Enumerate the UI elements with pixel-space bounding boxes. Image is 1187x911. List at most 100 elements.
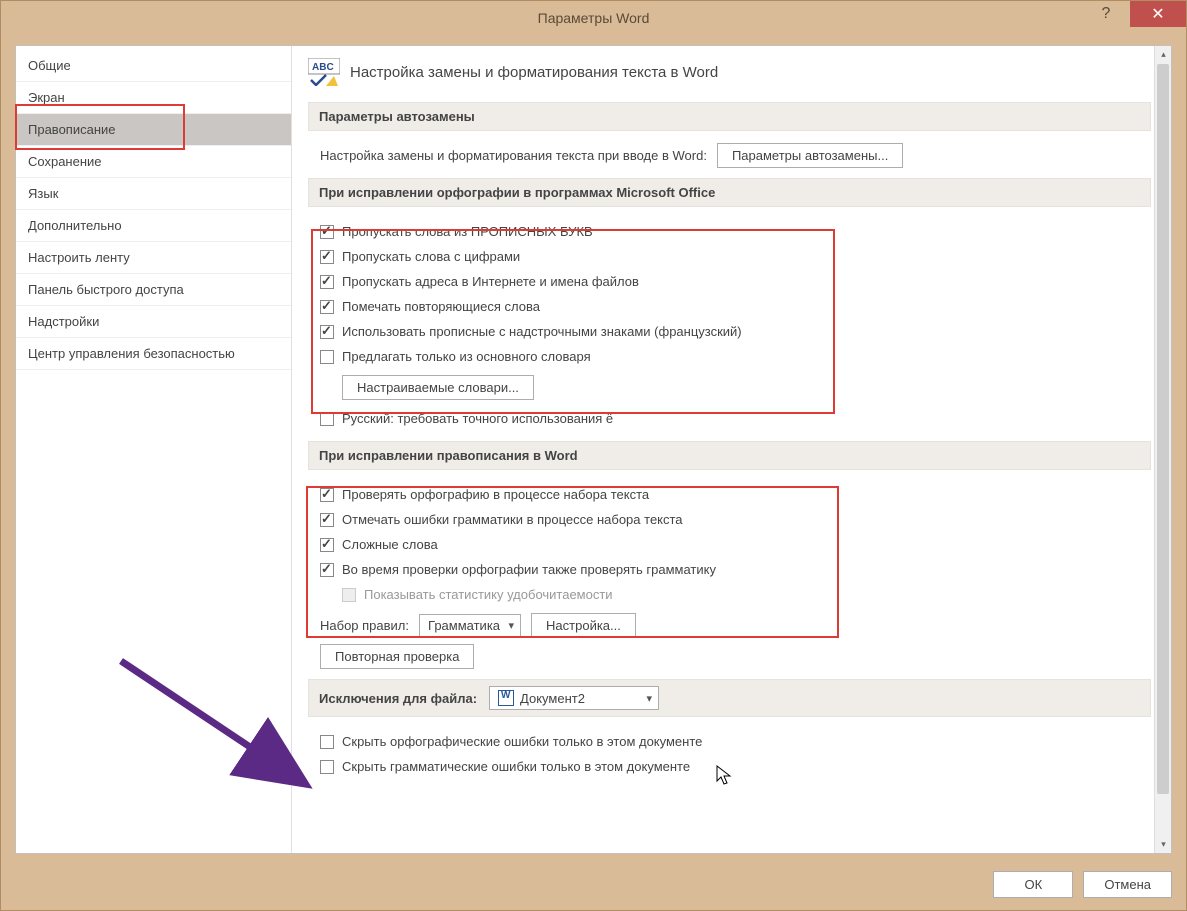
autocorrect-label: Настройка замены и форматирования текста… [320, 148, 707, 163]
checkbox-icon [320, 563, 334, 577]
proofing-icon: ABC [308, 58, 340, 86]
scroll-down-icon[interactable]: ▾ [1155, 836, 1171, 853]
content-pane: ABC Настройка замены и форматирования те… [292, 46, 1171, 853]
group-spelling-word-header: При исправлении правописания в Word [308, 441, 1151, 470]
close-button[interactable]: ✕ [1130, 1, 1186, 27]
check-repeated[interactable]: Помечать повторяющиеся слова [320, 294, 1151, 319]
scrollbar[interactable]: ▴ ▾ [1154, 46, 1171, 853]
exceptions-checks: Скрыть орфографические ошибки только в э… [308, 729, 1151, 779]
sidebar-item-addins[interactable]: Надстройки [16, 306, 291, 338]
sidebar-item-advanced[interactable]: Дополнительно [16, 210, 291, 242]
check-label: Показывать статистику удобочитаемости [364, 587, 613, 602]
checkbox-icon [342, 588, 356, 602]
check-label: Пропускать слова из ПРОПИСНЫХ БУКВ [342, 224, 593, 239]
ok-button[interactable]: ОК [993, 871, 1073, 898]
ruleset-row: Набор правил: Грамматика Настройка... [320, 613, 1151, 638]
exceptions-title: Исключения для файла: [319, 691, 477, 706]
custom-dict-row: Настраиваемые словари... [320, 375, 1151, 400]
sidebar-item-label: Надстройки [28, 314, 99, 329]
window-title: Параметры Word [538, 10, 650, 26]
check-french[interactable]: Использовать прописные с надстрочными зн… [320, 319, 1151, 344]
check-label: Пропускать слова с цифрами [342, 249, 520, 264]
group-spelling-office-header: При исправлении орфографии в программах … [308, 178, 1151, 207]
group-exceptions-header: Исключения для файла: Документ2 [308, 679, 1151, 717]
sidebar-item-trustcenter[interactable]: Центр управления безопасностью [16, 338, 291, 370]
custom-dictionaries-button[interactable]: Настраиваемые словари... [342, 375, 534, 400]
checkbox-icon [320, 538, 334, 552]
cancel-button[interactable]: Отмена [1083, 871, 1172, 898]
checkbox-icon [320, 250, 334, 264]
sidebar-item-label: Язык [28, 186, 58, 201]
checkbox-icon [320, 735, 334, 749]
page-header-text: Настройка замены и форматирования текста… [350, 64, 718, 81]
sidebar-item-proofing[interactable]: Правописание [16, 114, 291, 146]
checkbox-icon [320, 488, 334, 502]
sidebar-item-label: Дополнительно [28, 218, 122, 233]
svg-text:ABC: ABC [312, 62, 334, 73]
sidebar-item-label: Панель быстрого доступа [28, 282, 184, 297]
checkbox-icon [320, 412, 334, 426]
checkbox-icon [320, 275, 334, 289]
check-label: Использовать прописные с надстрочными зн… [342, 324, 742, 339]
scroll-up-icon[interactable]: ▴ [1155, 46, 1171, 63]
sidebar-item-ribbon[interactable]: Настроить ленту [16, 242, 291, 274]
sidebar: Общие Экран Правописание Сохранение Язык… [16, 46, 292, 853]
dialog-footer: ОК Отмена [993, 871, 1172, 898]
check-complex-words[interactable]: Сложные слова [320, 532, 1151, 557]
dialog-body: Общие Экран Правописание Сохранение Язык… [15, 45, 1172, 854]
check-uppercase[interactable]: Пропускать слова из ПРОПИСНЫХ БУКВ [320, 219, 1151, 244]
sidebar-item-label: Центр управления безопасностью [28, 346, 235, 361]
check-russian-yo[interactable]: Русский: требовать точного использования… [320, 406, 1151, 431]
check-spell-as-type[interactable]: Проверять орфографию в процессе набора т… [320, 482, 1151, 507]
check-readability: Показывать статистику удобочитаемости [320, 582, 1151, 607]
check-maindict[interactable]: Предлагать только из основного словаря [320, 344, 1151, 369]
spelling-office-checks: Пропускать слова из ПРОПИСНЫХ БУКВ Пропу… [308, 219, 1151, 431]
group-autocorrect-header: Параметры автозамены [308, 102, 1151, 131]
checkbox-icon [320, 225, 334, 239]
sidebar-item-screen[interactable]: Экран [16, 82, 291, 114]
exceptions-file-select[interactable]: Документ2 [489, 686, 659, 710]
titlebar: Параметры Word ? ✕ [1, 1, 1186, 35]
sidebar-item-save[interactable]: Сохранение [16, 146, 291, 178]
ruleset-select[interactable]: Грамматика [419, 614, 521, 637]
checkbox-icon [320, 513, 334, 527]
check-grammar-with-spell[interactable]: Во время проверки орфографии также прове… [320, 557, 1151, 582]
checkbox-icon [320, 350, 334, 364]
sidebar-item-label: Общие [28, 58, 71, 73]
sidebar-item-label: Экран [28, 90, 65, 105]
word-doc-icon [498, 690, 514, 706]
sidebar-item-language[interactable]: Язык [16, 178, 291, 210]
check-hide-spelling[interactable]: Скрыть орфографические ошибки только в э… [320, 729, 1151, 754]
checkbox-icon [320, 760, 334, 774]
checkbox-icon [320, 300, 334, 314]
check-label: Предлагать только из основного словаря [342, 349, 591, 364]
check-grammar-as-type[interactable]: Отмечать ошибки грамматики в процессе на… [320, 507, 1151, 532]
check-label: Русский: требовать точного использования… [342, 411, 613, 426]
recheck-row: Повторная проверка [320, 644, 1151, 669]
checkbox-icon [320, 325, 334, 339]
scrollbar-thumb[interactable] [1157, 64, 1169, 794]
help-button[interactable]: ? [1082, 1, 1130, 27]
sidebar-item-general[interactable]: Общие [16, 50, 291, 82]
sidebar-item-label: Правописание [28, 122, 116, 137]
grammar-settings-button[interactable]: Настройка... [531, 613, 636, 638]
check-label: Скрыть грамматические ошибки только в эт… [342, 759, 690, 774]
autocorrect-options-button[interactable]: Параметры автозамены... [717, 143, 903, 168]
check-label: Проверять орфографию в процессе набора т… [342, 487, 649, 502]
check-numbers[interactable]: Пропускать слова с цифрами [320, 244, 1151, 269]
check-hide-grammar[interactable]: Скрыть грамматические ошибки только в эт… [320, 754, 1151, 779]
check-label: Отмечать ошибки грамматики в процессе на… [342, 512, 683, 527]
check-label: Сложные слова [342, 537, 438, 552]
spelling-word-checks: Проверять орфографию в процессе набора т… [308, 482, 1151, 669]
recheck-button[interactable]: Повторная проверка [320, 644, 474, 669]
check-internet[interactable]: Пропускать адреса в Интернете и имена фа… [320, 269, 1151, 294]
select-value: Документ2 [520, 691, 585, 706]
sidebar-item-label: Сохранение [28, 154, 102, 169]
sidebar-item-label: Настроить ленту [28, 250, 130, 265]
page-header: ABC Настройка замены и форматирования те… [308, 58, 1151, 86]
sidebar-item-quickaccess[interactable]: Панель быстрого доступа [16, 274, 291, 306]
select-value: Грамматика [428, 618, 500, 633]
ruleset-label: Набор правил: [320, 618, 409, 633]
check-label: Во время проверки орфографии также прове… [342, 562, 716, 577]
check-label: Пропускать адреса в Интернете и имена фа… [342, 274, 639, 289]
